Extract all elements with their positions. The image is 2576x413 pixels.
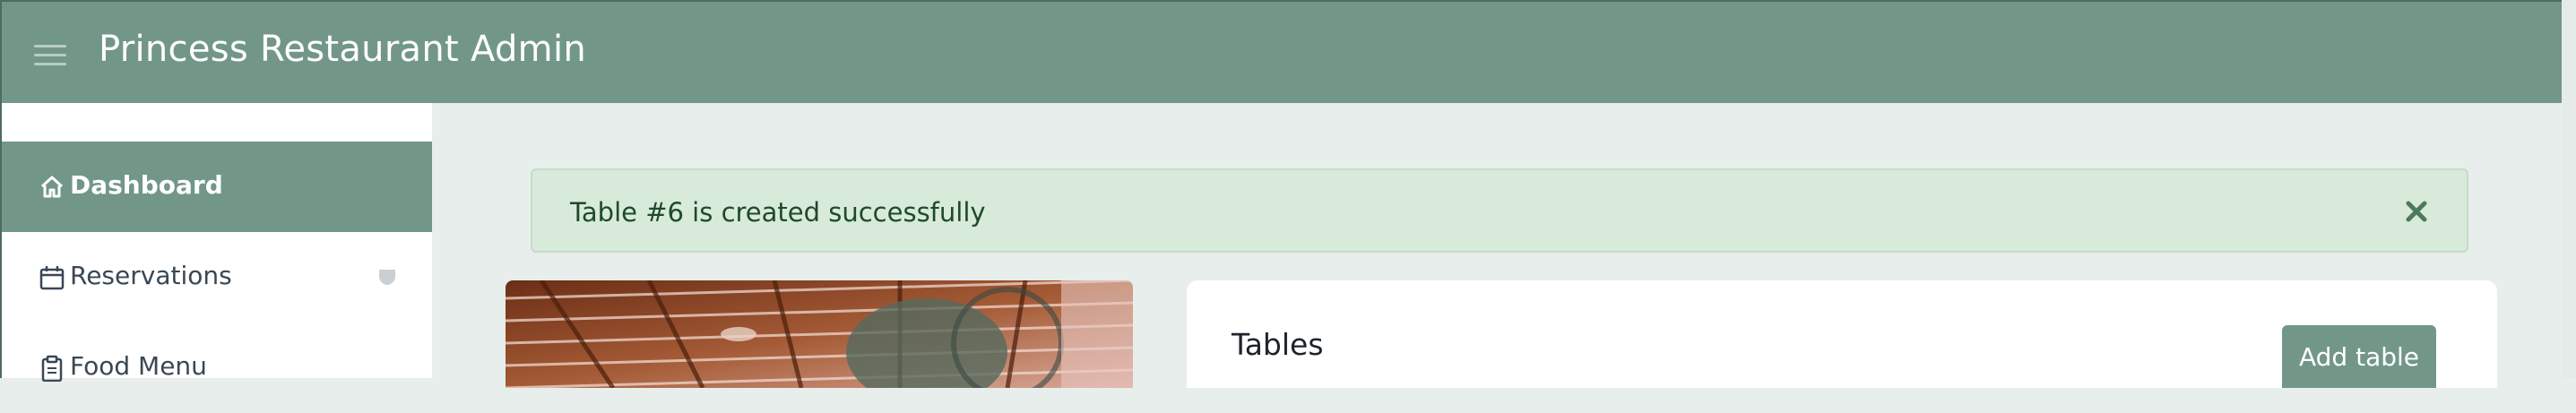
tables-card: Tables Add table xyxy=(1187,280,2497,388)
top-header-bar: Princess Restaurant Admin xyxy=(0,0,2576,103)
home-icon xyxy=(40,176,64,198)
sidebar-item-label: Reservations xyxy=(70,261,232,290)
add-table-button[interactable]: Add table xyxy=(2282,325,2436,388)
tables-card-title: Tables xyxy=(1232,327,1324,362)
shield-badge-icon xyxy=(379,270,395,285)
success-alert: Table #6 is created successfully xyxy=(531,168,2468,253)
alert-message: Table #6 is created successfully xyxy=(570,197,986,228)
sidebar-item-reservations[interactable]: Reservations xyxy=(2,232,432,323)
main-content: Table #6 is created successfully Tables … xyxy=(432,103,2576,388)
close-icon[interactable] xyxy=(2402,197,2431,226)
restaurant-photo xyxy=(506,280,1133,388)
hamburger-icon[interactable] xyxy=(34,43,66,68)
sidebar-item-label: Dashboard xyxy=(70,170,223,200)
sidebar-item-label: Food Menu xyxy=(70,351,207,381)
sidebar: Dashboard Reservations Food Menu xyxy=(0,103,432,382)
sidebar-item-food-menu[interactable]: Food Menu xyxy=(2,323,432,413)
calendar-icon xyxy=(39,266,65,290)
page-scrollbar[interactable] xyxy=(2562,0,2576,378)
restaurant-photo-image xyxy=(506,280,1133,388)
sidebar-item-dashboard[interactable]: Dashboard xyxy=(2,142,432,232)
app-title: Princess Restaurant Admin xyxy=(99,29,587,70)
